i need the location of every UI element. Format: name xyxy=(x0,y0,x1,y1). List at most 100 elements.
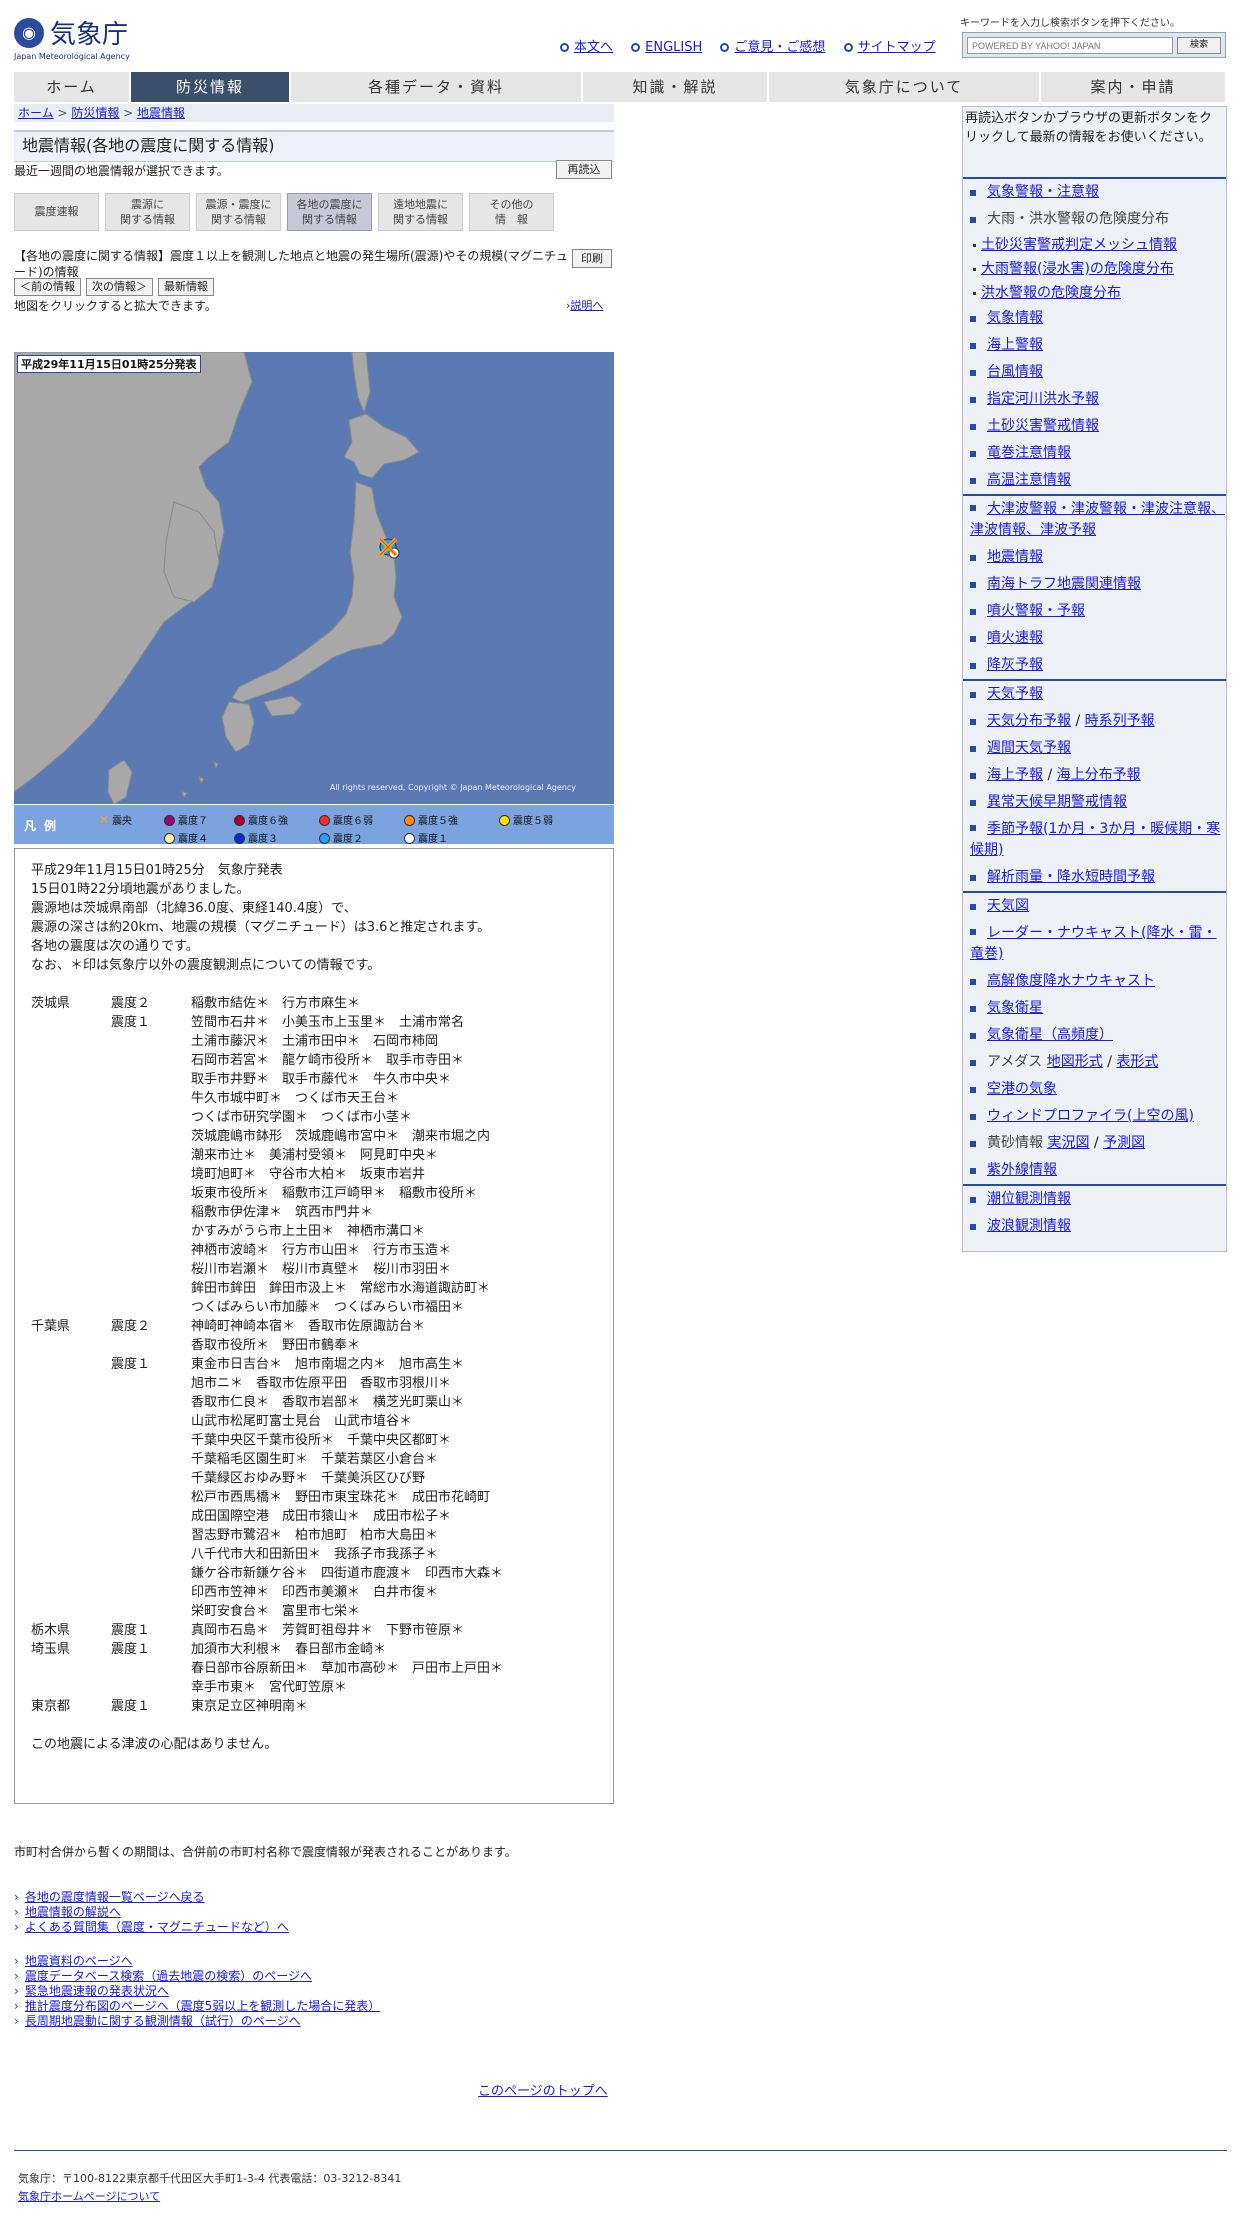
sidebar-item[interactable]: 高解像度降水ナウキャスト xyxy=(963,968,1226,995)
nav-home[interactable]: ホーム xyxy=(14,72,131,102)
sidebar-link[interactable]: 海上分布予報 xyxy=(1057,767,1141,783)
sidebar-link[interactable]: 波浪観測情報 xyxy=(987,1218,1071,1234)
sidebar-item[interactable]: 気象情報 xyxy=(963,305,1226,332)
link-main-content[interactable]: 本文へ xyxy=(574,40,613,55)
related-link[interactable]: 地震情報の解説へ xyxy=(25,1905,121,1919)
sidebar-item[interactable]: 台風情報 xyxy=(963,359,1226,386)
seismic-map[interactable]: 平成29年11月15日01時25分発表 All rights reserved,… xyxy=(14,352,614,804)
sidebar-item[interactable]: 海上予報 / 海上分布予報 xyxy=(963,762,1226,789)
search-button[interactable]: 検索 xyxy=(1177,37,1221,54)
sidebar-item[interactable]: 解析雨量・降水短時間予報 xyxy=(963,864,1226,891)
sidebar-item[interactable]: 指定河川洪水予報 xyxy=(963,386,1226,413)
sidebar-item[interactable]: 異常天候早期警戒情報 xyxy=(963,789,1226,816)
sidebar-item[interactable]: 黄砂情報 実況図 / 予測図 xyxy=(963,1130,1226,1157)
sidebar-link[interactable]: 紫外線情報 xyxy=(987,1162,1057,1178)
sidebar-link[interactable]: 気象衛星（高頻度） xyxy=(987,1027,1113,1043)
sidebar-link[interactable]: 洪水警報の危険度分布 xyxy=(981,285,1121,301)
page-top-link[interactable]: このページのトップへ xyxy=(478,2080,608,2099)
related-link[interactable]: 各地の震度情報一覧ページへ戻る xyxy=(25,1890,205,1904)
sidebar-item[interactable]: 海上警報 xyxy=(963,332,1226,359)
sidebar-link[interactable]: 高温注意情報 xyxy=(987,472,1071,488)
tab-1[interactable]: 震源に 関する情報 xyxy=(105,193,190,231)
search-input[interactable] xyxy=(967,37,1173,54)
sidebar-link[interactable]: 気象情報 xyxy=(987,310,1043,326)
sidebar-link[interactable]: 気象警報・注意報 xyxy=(987,184,1099,200)
sidebar-item[interactable]: 週間天気予報 xyxy=(963,735,1226,762)
sidebar-link[interactable]: 大雨警報(浸水害)の危険度分布 xyxy=(981,261,1174,277)
tab-3[interactable]: 各地の震度に 関する情報 xyxy=(287,193,372,231)
footer-about-link[interactable]: 気象庁ホームページについて xyxy=(18,2188,160,2204)
sidebar-link[interactable]: 竜巻注意情報 xyxy=(987,445,1071,461)
breadcrumb-category[interactable]: 防災情報 xyxy=(71,106,119,120)
tab-4[interactable]: 遠地地震に 関する情報 xyxy=(378,193,463,231)
sidebar-item[interactable]: 竜巻注意情報 xyxy=(963,440,1226,467)
tab-0[interactable]: 震度速報 xyxy=(14,193,99,231)
sidebar-link[interactable]: レーダー・ナウキャスト(降水・雷・竜巻) xyxy=(970,925,1216,962)
breadcrumb-home[interactable]: ホーム xyxy=(18,106,54,120)
sidebar-item[interactable]: 土砂災害警戒判定メッシュ情報 xyxy=(963,233,1226,257)
print-button[interactable]: 印刷 xyxy=(572,249,612,268)
sidebar-link[interactable]: 南海トラフ地震関連情報 xyxy=(987,576,1141,592)
sidebar-link[interactable]: 週間天気予報 xyxy=(987,740,1071,756)
sidebar-item[interactable]: 季節予報(1か月・3か月・暖候期・寒候期) xyxy=(963,816,1226,864)
sidebar-link[interactable]: 土砂災害警戒判定メッシュ情報 xyxy=(981,237,1177,253)
sidebar-item[interactable]: ウィンドプロファイラ(上空の風) xyxy=(963,1103,1226,1130)
sidebar-item[interactable]: レーダー・ナウキャスト(降水・雷・竜巻) xyxy=(963,920,1226,968)
sidebar-link[interactable]: 気象衛星 xyxy=(987,1000,1043,1016)
next-info-button[interactable]: 次の情報＞ xyxy=(86,278,153,296)
sidebar-link[interactable]: 実況図 xyxy=(1047,1135,1089,1151)
link-feedback[interactable]: ご意見・ご感想 xyxy=(734,40,825,55)
sidebar-link[interactable]: 時系列予報 xyxy=(1085,713,1155,729)
related-link[interactable]: 震度データベース検索（過去地震の検索）のページへ xyxy=(25,1969,312,1983)
nav-disaster-info[interactable]: 防災情報 xyxy=(131,72,291,102)
sidebar-item[interactable]: 噴火速報 xyxy=(963,625,1226,652)
sidebar-item[interactable]: アメダス 地図形式 / 表形式 xyxy=(963,1049,1226,1076)
sidebar-item[interactable]: 大津波警報・津波警報・津波注意報、津波情報、津波予報 xyxy=(963,496,1226,544)
sidebar-link[interactable]: 天気分布予報 xyxy=(987,713,1071,729)
related-link[interactable]: 緊急地震速報の発表状況へ xyxy=(25,1984,169,1998)
sidebar-link[interactable]: 大津波警報・津波警報・津波注意報、津波情報、津波予報 xyxy=(970,501,1225,538)
sidebar-link[interactable]: ウィンドプロファイラ(上空の風) xyxy=(987,1108,1194,1124)
sidebar-item[interactable]: 潮位観測情報 xyxy=(963,1186,1226,1213)
sidebar-item[interactable]: 波浪観測情報 xyxy=(963,1213,1226,1240)
nav-data[interactable]: 各種データ・資料 xyxy=(291,72,583,102)
sidebar-item[interactable]: 空港の気象 xyxy=(963,1076,1226,1103)
tab-5[interactable]: その他の情 報 xyxy=(469,193,554,231)
sidebar-item[interactable]: 高温注意情報 xyxy=(963,467,1226,494)
link-english[interactable]: ENGLISH xyxy=(645,40,702,55)
sidebar-item[interactable]: 大雨警報(浸水害)の危険度分布 xyxy=(963,257,1226,281)
related-link[interactable]: 地震資料のページへ xyxy=(25,1954,133,1968)
sidebar-item[interactable]: 降灰予報 xyxy=(963,652,1226,679)
reload-button[interactable]: 再読込 xyxy=(556,160,612,179)
sidebar-link[interactable]: 解析雨量・降水短時間予報 xyxy=(987,869,1155,885)
sidebar-link[interactable]: 土砂災害警戒情報 xyxy=(987,418,1099,434)
sidebar-link[interactable]: 地図形式 xyxy=(1047,1054,1103,1070)
jma-logo[interactable]: ◉ 気象庁 Japan Meteorological Agency xyxy=(14,14,144,62)
sidebar-item[interactable]: 天気図 xyxy=(963,893,1226,920)
nav-about[interactable]: 気象庁について xyxy=(769,72,1041,102)
prev-info-button[interactable]: ＜前の情報 xyxy=(14,278,81,296)
sidebar-link[interactable]: 予測図 xyxy=(1103,1135,1145,1151)
sidebar-link[interactable]: 地震情報 xyxy=(987,549,1043,565)
sidebar-link[interactable]: 高解像度降水ナウキャスト xyxy=(987,973,1155,989)
sidebar-item[interactable]: 天気予報 xyxy=(963,681,1226,708)
sidebar-item[interactable]: 南海トラフ地震関連情報 xyxy=(963,571,1226,598)
link-sitemap[interactable]: サイトマップ xyxy=(858,40,936,55)
breadcrumb-current[interactable]: 地震情報 xyxy=(137,106,185,120)
sidebar-link[interactable]: 海上予報 xyxy=(987,767,1043,783)
sidebar-link[interactable]: 表形式 xyxy=(1116,1054,1158,1070)
latest-info-button[interactable]: 最新情報 xyxy=(158,278,214,296)
sidebar-item[interactable]: 紫外線情報 xyxy=(963,1157,1226,1184)
sidebar-item[interactable]: 洪水警報の危険度分布 xyxy=(963,281,1226,305)
sidebar-item[interactable]: 土砂災害警戒情報 xyxy=(963,413,1226,440)
sidebar-item[interactable]: 噴火警報・予報 xyxy=(963,598,1226,625)
tab-2[interactable]: 震源・震度に 関する情報 xyxy=(196,193,281,231)
sidebar-item[interactable]: 気象衛星（高頻度） xyxy=(963,1022,1226,1049)
sidebar-item[interactable]: 気象警報・注意報 xyxy=(963,179,1226,206)
sidebar-item[interactable]: 気象衛星 xyxy=(963,995,1226,1022)
sidebar-link[interactable]: 海上警報 xyxy=(987,337,1043,353)
explain-link[interactable]: 説明へ xyxy=(570,299,603,312)
nav-guide[interactable]: 案内・申請 xyxy=(1041,72,1227,102)
sidebar-link[interactable]: 潮位観測情報 xyxy=(987,1191,1071,1207)
sidebar-link[interactable]: 指定河川洪水予報 xyxy=(987,391,1099,407)
